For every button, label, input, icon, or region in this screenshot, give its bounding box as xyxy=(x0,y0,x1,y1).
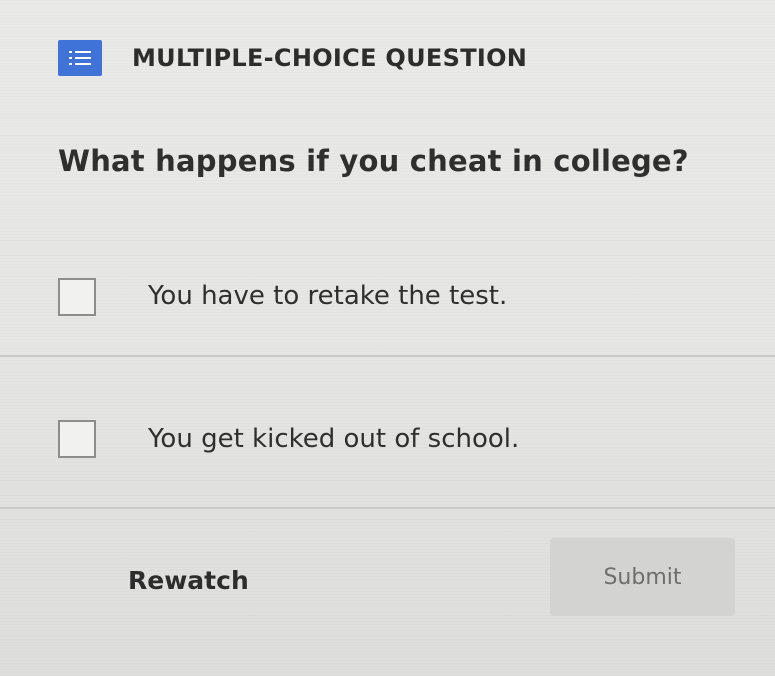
question-type-title: MULTIPLE-CHOICE QUESTION xyxy=(132,44,528,72)
question-header: MULTIPLE-CHOICE QUESTION xyxy=(58,40,527,76)
answer-checkbox[interactable] xyxy=(58,278,96,316)
answer-label: You have to retake the test. xyxy=(148,281,508,311)
answer-checkbox[interactable] xyxy=(58,420,96,458)
answer-label: You get kicked out of school. xyxy=(148,424,520,454)
list-icon xyxy=(58,40,102,76)
quiz-screen: MULTIPLE-CHOICE QUESTION What happens if… xyxy=(0,0,775,676)
submit-button-label: Submit xyxy=(603,564,682,590)
answer-option[interactable]: You have to retake the test. xyxy=(0,236,775,356)
rewatch-button[interactable]: Rewatch xyxy=(128,566,249,595)
divider xyxy=(0,507,775,509)
submit-button[interactable]: Submit xyxy=(550,538,735,616)
answer-option[interactable]: You get kicked out of school. xyxy=(0,380,775,500)
list-icon-glyph xyxy=(69,51,91,65)
divider xyxy=(0,355,775,357)
question-text: What happens if you cheat in college? xyxy=(58,144,689,178)
